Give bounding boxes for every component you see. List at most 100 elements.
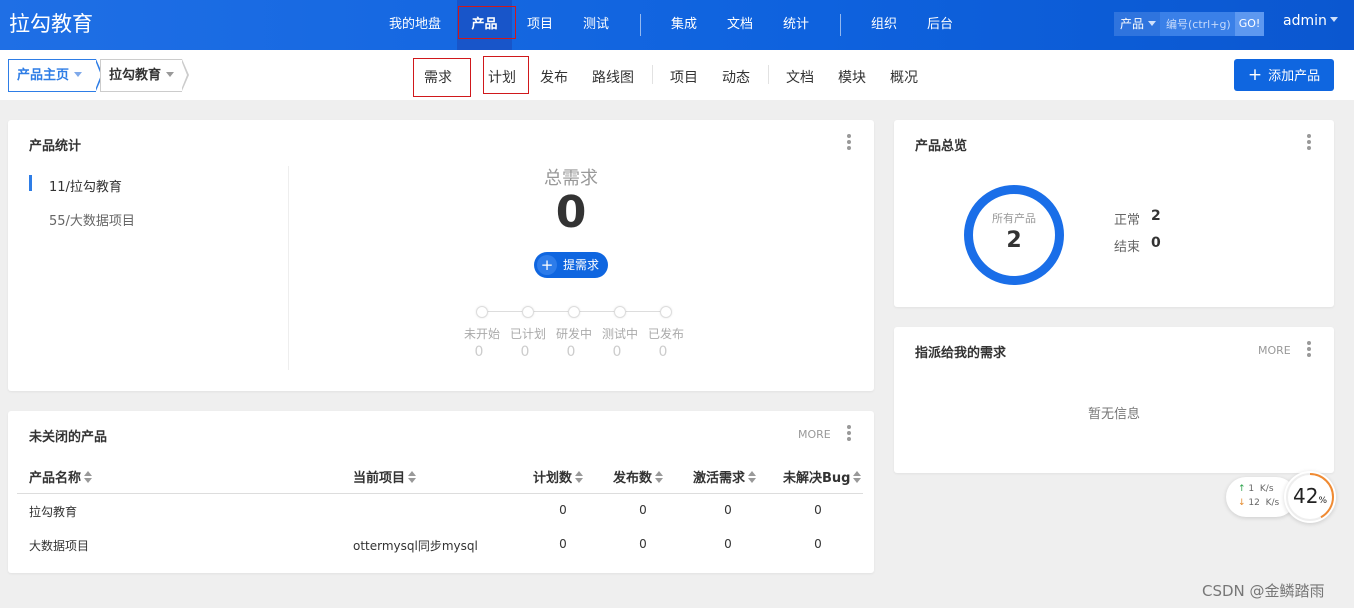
subnav-module[interactable]: 模块 — [838, 67, 866, 87]
search-type-label: 产品 — [1120, 17, 1145, 31]
nav-org[interactable]: 组织 — [861, 0, 907, 50]
product-list-item[interactable]: 11/拉勾教育 — [29, 175, 122, 195]
breadcrumb-home-label: 产品主页 — [17, 68, 70, 83]
search-type-select[interactable]: 产品 — [1114, 12, 1160, 36]
nav-project[interactable]: 项目 — [517, 0, 563, 50]
more-options-icon[interactable] — [1307, 134, 1311, 150]
product-name-link[interactable]: 大数据项目 — [29, 537, 89, 554]
memory-gauge[interactable]: 42% — [1284, 471, 1336, 523]
column-header-label: 产品名称 — [29, 471, 82, 486]
subnav-divider — [768, 65, 769, 84]
sort-icon — [84, 471, 93, 483]
nav-test[interactable]: 测试 — [573, 0, 619, 50]
add-product-button[interactable]: + 添加产品 — [1234, 59, 1334, 91]
chevron-down-icon — [1329, 17, 1338, 22]
upload-unit: K/s — [1259, 484, 1274, 494]
user-name: admin — [1283, 13, 1327, 29]
nav-admin[interactable]: 后台 — [917, 0, 963, 50]
nav-stats[interactable]: 统计 — [773, 0, 819, 50]
column-header-plans[interactable]: 计划数 — [533, 467, 584, 486]
more-options-icon[interactable] — [1307, 341, 1311, 357]
stage-value: 0 — [566, 344, 576, 360]
column-header-active-stories[interactable]: 激活需求 — [693, 467, 757, 486]
product-list-item[interactable]: 55/大数据项目 — [49, 210, 135, 229]
product-name-link[interactable]: 拉勾教育 — [29, 503, 77, 520]
subnav-dynamic[interactable]: 动态 — [722, 67, 750, 87]
stage-dot — [522, 306, 534, 318]
normal-label: 正常 — [1114, 213, 1141, 228]
breadcrumb-arrow-fill — [181, 60, 187, 90]
subnav-project[interactable]: 项目 — [670, 67, 698, 87]
more-link[interactable]: MORE — [1258, 344, 1291, 357]
subnav-doc[interactable]: 文档 — [786, 67, 814, 87]
product-stats-panel: 产品统计 11/拉勾教育 55/大数据项目 总需求 0 + 提需求 未开始 已计划… — [8, 120, 874, 391]
subnav-story[interactable]: 需求 — [424, 67, 452, 87]
current-project-cell[interactable]: ottermysql同步mysql — [353, 537, 478, 554]
nav-divider — [840, 14, 841, 36]
chevron-down-icon — [1148, 21, 1157, 26]
table-header-divider — [17, 493, 863, 494]
nav-product[interactable]: 产品 — [457, 0, 512, 50]
column-header-bugs[interactable]: 未解决Bug — [783, 467, 862, 486]
chevron-down-icon — [166, 72, 175, 77]
add-product-label: 添加产品 — [1268, 69, 1321, 84]
create-story-button[interactable]: + 提需求 — [534, 252, 608, 278]
column-header-name[interactable]: 产品名称 — [29, 467, 93, 486]
breadcrumb-product[interactable]: 拉勾教育 — [100, 59, 182, 92]
column-header-label: 未解决Bug — [783, 471, 851, 486]
column-header-label: 计划数 — [533, 471, 573, 486]
panel-title: 产品统计 — [29, 139, 82, 154]
product-overview-panel: 产品总览 所有产品 2 正常 2 结束 0 — [894, 120, 1334, 307]
sort-icon — [575, 471, 584, 483]
sort-icon — [748, 471, 757, 483]
panel-divider — [288, 166, 289, 370]
nav-my-dashboard[interactable]: 我的地盘 — [381, 0, 449, 50]
more-link[interactable]: MORE — [798, 428, 831, 441]
stage-label: 已发布 — [647, 327, 684, 341]
search-input[interactable] — [1162, 12, 1236, 36]
closed-value: 0 — [1151, 235, 1161, 251]
ring-label: 所有产品 — [992, 212, 1036, 225]
more-options-icon[interactable] — [847, 425, 851, 441]
normal-value: 2 — [1151, 208, 1161, 224]
brand-title[interactable]: 拉勾教育 — [9, 10, 93, 38]
search-go-button[interactable]: GO! — [1235, 12, 1264, 36]
subnav-roadmap[interactable]: 路线图 — [592, 67, 634, 87]
nav-integration[interactable]: 集成 — [661, 0, 707, 50]
sort-icon — [655, 471, 664, 483]
open-products-panel: 未关闭的产品 MORE 产品名称 当前项目 计划数 发布数 激活需求 未解决Bu… — [8, 411, 874, 573]
upload-speed: 1 — [1248, 484, 1255, 494]
stage-dot — [568, 306, 580, 318]
total-stories-value: 0 — [555, 187, 587, 238]
column-header-releases[interactable]: 发布数 — [613, 467, 664, 486]
nav-doc[interactable]: 文档 — [717, 0, 763, 50]
panel-title: 产品总览 — [915, 139, 968, 154]
closed-label: 结束 — [1114, 240, 1141, 255]
breadcrumb-home[interactable]: 产品主页 — [8, 59, 96, 92]
sub-navbar: 产品主页 拉勾教育 需求 计划 发布 路线图 项目 动态 文档 模块 概况 + 添… — [0, 50, 1354, 100]
plus-icon: + — [1247, 65, 1263, 85]
user-menu[interactable]: admin — [1283, 13, 1338, 29]
stage-label: 已计划 — [509, 327, 546, 341]
product-ring-chart: 所有产品 2 — [964, 185, 1064, 285]
sort-icon — [853, 471, 862, 483]
stage-value: 0 — [612, 344, 622, 360]
sort-icon — [408, 471, 417, 483]
column-header-label: 激活需求 — [693, 471, 746, 486]
more-options-icon[interactable] — [847, 134, 851, 150]
active-stories-cell: 0 — [724, 537, 732, 551]
stage-label: 测试中 — [601, 327, 638, 341]
empty-message: 暂无信息 — [1087, 407, 1140, 422]
subnav-release[interactable]: 发布 — [540, 67, 568, 87]
plus-icon: + — [537, 255, 557, 275]
subnav-plan[interactable]: 计划 — [488, 67, 516, 87]
top-navbar: 拉勾教育 我的地盘 产品 项目 测试 集成 文档 统计 组织 后台 产品 GO!… — [0, 0, 1354, 50]
plans-cell: 0 — [559, 537, 567, 551]
assigned-stories-panel: 指派给我的需求 MORE 暂无信息 — [894, 327, 1334, 473]
column-header-label: 当前项目 — [353, 471, 406, 486]
column-header-project[interactable]: 当前项目 — [353, 467, 417, 486]
stage-value: 0 — [520, 344, 530, 360]
gauge-value: 42 — [1292, 484, 1319, 508]
active-stories-cell: 0 — [724, 503, 732, 517]
subnav-overview[interactable]: 概况 — [890, 67, 918, 87]
